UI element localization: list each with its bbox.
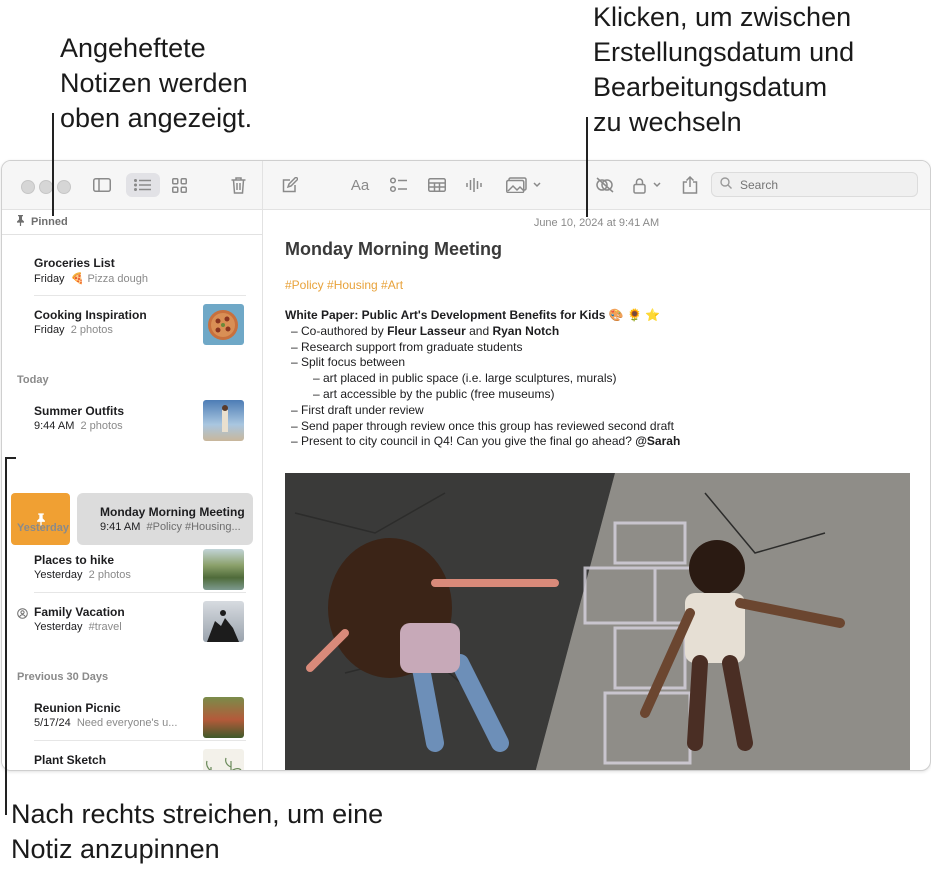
pin-swipe-action[interactable] bbox=[11, 493, 70, 545]
section-today: Today bbox=[17, 374, 49, 386]
media-icon[interactable] bbox=[504, 173, 544, 197]
note-title: Groceries List bbox=[34, 256, 115, 270]
body-heading: White Paper: Public Art's Development Be… bbox=[285, 308, 661, 322]
note-preview: 2 photos bbox=[80, 420, 123, 432]
checklist-icon[interactable] bbox=[388, 173, 410, 197]
pin-icon bbox=[16, 215, 25, 229]
note-preview: #travel bbox=[88, 621, 122, 633]
note-title: Plant Sketch bbox=[34, 753, 107, 767]
toolbar-divider bbox=[262, 161, 263, 209]
leader-line-date-toggle bbox=[586, 117, 588, 217]
note-date: Friday bbox=[34, 273, 65, 285]
note-preview: Need everyone's u... bbox=[76, 717, 178, 729]
note-meta: 9:44 AM 2 photos bbox=[34, 420, 123, 432]
body-line: – art placed in public space (i.e. large… bbox=[313, 371, 617, 386]
outfit-thumbnail bbox=[203, 400, 244, 441]
note-date: Yesterday bbox=[34, 569, 83, 581]
note-summer-outfits[interactable]: Summer Outfits 9:44 AM 2 photos bbox=[34, 396, 246, 444]
body-line: – First draft under review bbox=[291, 402, 424, 417]
zoom-button[interactable] bbox=[57, 180, 71, 194]
body-line: – Split focus between bbox=[291, 355, 406, 370]
callout-date-toggle: Klicken, um zwischen Erstellungsdatum un… bbox=[593, 2, 855, 137]
note-body: White Paper: Public Art's Development Be… bbox=[285, 308, 680, 450]
note-meta: 9:41 AM #Policy #Housing... bbox=[100, 521, 241, 533]
silhouette-thumbnail bbox=[203, 601, 244, 642]
pinned-label: Pinned bbox=[31, 216, 68, 228]
callout-swipe: Nach rechts streichen, um eine Notiz anz… bbox=[11, 799, 384, 864]
note-title: Cooking Inspiration bbox=[34, 308, 147, 322]
pizza-thumbnail bbox=[203, 304, 244, 345]
divider bbox=[34, 592, 246, 593]
note-plant-sketch[interactable]: Plant Sketch bbox=[34, 745, 246, 770]
note-editor[interactable]: June 10, 2024 at 9:41 AM Monday Morning … bbox=[263, 210, 930, 770]
note-title: Places to hike bbox=[34, 553, 115, 567]
collaborate-icon[interactable] bbox=[594, 173, 616, 197]
note-date: 9:41 AM bbox=[100, 521, 141, 533]
toolbar: Aa bbox=[2, 161, 930, 210]
compose-icon[interactable] bbox=[279, 173, 301, 197]
note-meta: 5/17/24 Need everyone's u... bbox=[34, 717, 177, 729]
note-photo[interactable] bbox=[285, 473, 910, 770]
body-line: – art accessible by the public (free mus… bbox=[313, 386, 555, 401]
body-line: – Send paper through review once this gr… bbox=[291, 418, 674, 433]
note-preview: 2 photos bbox=[88, 569, 131, 581]
note-meta: Friday 2 photos bbox=[34, 324, 113, 336]
note-preview: 🍕 Pizza dough bbox=[70, 273, 148, 285]
share-icon[interactable] bbox=[679, 173, 701, 197]
note-cooking-inspiration[interactable]: Cooking Inspiration Friday 2 photos bbox=[34, 300, 246, 348]
note-title: Monday Morning Meeting bbox=[100, 505, 245, 519]
note-date: 9:44 AM bbox=[34, 420, 75, 432]
format-icon[interactable]: Aa bbox=[347, 173, 373, 197]
body-line: – Research support from graduate student… bbox=[291, 339, 523, 354]
note-title: Summer Outfits bbox=[34, 404, 125, 418]
trash-icon[interactable] bbox=[227, 173, 249, 197]
note-preview: #Policy #Housing... bbox=[146, 521, 241, 533]
leader-line-pinned bbox=[52, 113, 54, 216]
pinned-section-header: Pinned bbox=[2, 210, 262, 235]
note-title: Reunion Picnic bbox=[34, 701, 121, 715]
search-field[interactable] bbox=[711, 172, 918, 197]
editor-note-title: Monday Morning Meeting bbox=[285, 239, 502, 259]
note-places-to-hike[interactable]: Places to hike Yesterday 2 photos bbox=[34, 545, 246, 593]
section-previous-30-days: Previous 30 Days bbox=[17, 671, 109, 683]
callout-pinned: Angeheftete Notizen werden oben angezeig… bbox=[60, 33, 253, 133]
close-button[interactable] bbox=[21, 180, 35, 194]
notes-window: Aa Search Pinned Groceries List Friday 🍕… bbox=[1, 160, 931, 771]
table-icon[interactable] bbox=[426, 173, 448, 197]
note-family-vacation[interactable]: Family Vacation Yesterday #travel bbox=[17, 597, 246, 645]
minimize-button[interactable] bbox=[39, 180, 53, 194]
note-tags[interactable]: #Policy #Housing #Art bbox=[285, 278, 403, 292]
divider bbox=[34, 295, 246, 296]
note-date: 5/17/24 bbox=[34, 717, 71, 729]
sidebar-toggle-icon[interactable] bbox=[91, 173, 113, 197]
plant-thumbnail bbox=[203, 749, 244, 770]
search-input[interactable] bbox=[738, 176, 902, 193]
note-reunion-picnic[interactable]: Reunion Picnic 5/17/24 Need everyone's u… bbox=[34, 693, 246, 741]
note-date: Friday bbox=[34, 324, 65, 336]
note-meta: Friday 🍕 Pizza dough bbox=[34, 272, 148, 285]
audio-icon[interactable] bbox=[464, 173, 486, 197]
leader-line-swipe bbox=[5, 457, 7, 815]
search-icon bbox=[720, 176, 732, 194]
note-monday-morning-meeting[interactable]: Monday Morning Meeting 9:41 AM #Policy #… bbox=[77, 493, 253, 545]
picnic-thumbnail bbox=[203, 697, 244, 738]
note-meta: Yesterday #travel bbox=[34, 621, 122, 633]
shared-icon bbox=[17, 606, 28, 624]
notes-sidebar: Pinned Groceries List Friday 🍕 Pizza dou… bbox=[2, 210, 263, 770]
note-meta: Yesterday 2 photos bbox=[34, 569, 131, 581]
note-date-toggle[interactable]: June 10, 2024 at 9:41 AM bbox=[263, 217, 930, 229]
lock-icon[interactable] bbox=[632, 173, 664, 197]
section-yesterday: Yesterday bbox=[17, 522, 69, 534]
note-title: Family Vacation bbox=[34, 605, 125, 619]
divider bbox=[34, 740, 246, 741]
landscape-thumbnail bbox=[203, 549, 244, 590]
body-line: – Co-authored by Fleur Lasseur and Ryan … bbox=[291, 323, 560, 338]
note-groceries-list[interactable]: Groceries List Friday 🍕 Pizza dough bbox=[34, 248, 246, 296]
leader-line-swipe-tick bbox=[5, 457, 16, 459]
note-date: Yesterday bbox=[34, 621, 83, 633]
gallery-view-icon[interactable] bbox=[168, 173, 190, 197]
note-preview: 2 photos bbox=[70, 324, 113, 336]
list-view-icon[interactable] bbox=[126, 173, 160, 197]
body-line: – Present to city council in Q4! Can you… bbox=[291, 434, 681, 449]
